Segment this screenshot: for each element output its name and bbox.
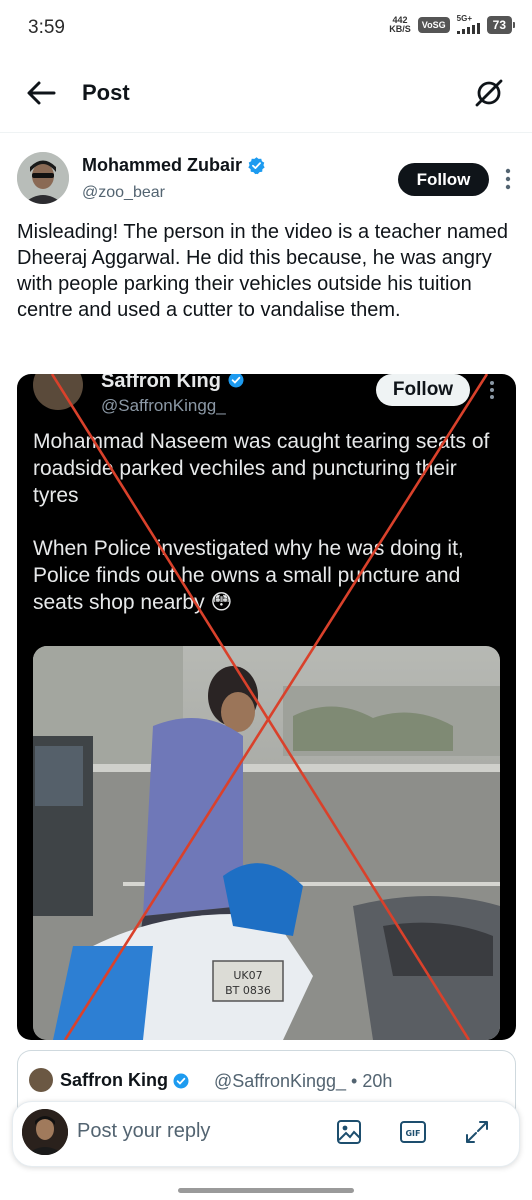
expand-icon bbox=[466, 1121, 488, 1143]
reply-composer-bar: Post your reply GIF bbox=[12, 1101, 520, 1167]
svg-text:UK07: UK07 bbox=[233, 969, 262, 982]
embedded-paragraph-2: When Police investigated why he was doin… bbox=[33, 537, 464, 614]
signal-label: 5G+ bbox=[456, 14, 472, 23]
page-title: Post bbox=[82, 80, 130, 105]
signal-icon: 5G+ bbox=[456, 14, 480, 34]
embedded-author-name-text: Saffron King bbox=[101, 374, 221, 392]
post-header: Post bbox=[0, 64, 532, 122]
embedded-video-still: UK07 BT 0836 bbox=[33, 646, 500, 1040]
author-name-row[interactable]: Mohammed Zubair bbox=[82, 155, 266, 176]
status-bar: 3:59 442 KB/S VoSG 5G+ 73 bbox=[0, 0, 532, 58]
image-icon bbox=[337, 1120, 361, 1144]
network-speed-unit: KB/S bbox=[389, 23, 411, 34]
add-image-button[interactable] bbox=[335, 1118, 363, 1146]
embedded-follow-button: Follow bbox=[376, 374, 470, 406]
author-name: Mohammed Zubair bbox=[82, 155, 243, 175]
signal-bars bbox=[456, 23, 480, 34]
author-handle[interactable]: @zoo_bear bbox=[82, 184, 165, 202]
embedded-paragraph-1: Mohammad Naseem was caught tearing seats… bbox=[33, 430, 490, 507]
volte-badge: VoSG bbox=[417, 16, 450, 33]
back-button[interactable] bbox=[24, 78, 58, 108]
avatar-photo bbox=[17, 152, 69, 204]
quoted-author-name: Saffron King bbox=[60, 1070, 168, 1090]
svg-text:BT 0836: BT 0836 bbox=[225, 984, 271, 997]
network-speed: 442 KB/S bbox=[389, 15, 411, 34]
gif-icon: GIF bbox=[400, 1121, 426, 1143]
add-gif-button[interactable]: GIF bbox=[399, 1118, 427, 1146]
gif-label: GIF bbox=[405, 1129, 420, 1138]
user-avatar bbox=[22, 1109, 68, 1155]
embedded-post-header: Saffron King @SaffronKingg_ Follow bbox=[17, 374, 516, 434]
more-vertical-icon bbox=[505, 168, 511, 190]
embedded-avatar bbox=[33, 374, 83, 410]
author-avatar[interactable] bbox=[17, 152, 69, 204]
grok-icon bbox=[475, 79, 503, 107]
header-divider bbox=[0, 132, 532, 133]
embedded-more-icon bbox=[483, 378, 501, 402]
quoted-author-name-row: Saffron King bbox=[60, 1070, 190, 1091]
more-options-button[interactable] bbox=[498, 166, 518, 192]
home-indicator[interactable] bbox=[178, 1188, 354, 1193]
follow-button[interactable]: Follow bbox=[398, 163, 489, 196]
quoted-handle-time: @SaffronKingg_ • 20h bbox=[214, 1071, 393, 1091]
arrow-left-icon bbox=[27, 81, 56, 105]
verified-badge-icon bbox=[248, 157, 265, 175]
embedded-author-name: Saffron King bbox=[101, 374, 245, 393]
verified-badge-icon bbox=[228, 374, 244, 388]
reply-input[interactable]: Post your reply bbox=[77, 1120, 210, 1143]
status-time: 3:59 bbox=[28, 17, 65, 38]
grok-button[interactable] bbox=[472, 76, 506, 110]
tweet-media-image[interactable]: Saffron King @SaffronKingg_ Follow Moham… bbox=[17, 374, 516, 1040]
quoted-avatar bbox=[29, 1068, 53, 1092]
battery-icon: 73 bbox=[486, 15, 516, 34]
tweet-text: Misleading! The person in the video is a… bbox=[17, 221, 509, 321]
verified-badge-icon bbox=[173, 1073, 189, 1088]
status-icons: 442 KB/S VoSG 5G+ 73 bbox=[389, 14, 516, 34]
expand-composer-button[interactable] bbox=[463, 1118, 491, 1146]
embedded-author-handle: @SaffronKingg_ bbox=[101, 396, 226, 415]
embedded-post-text: Mohammad Naseem was caught tearing seats… bbox=[33, 428, 503, 616]
